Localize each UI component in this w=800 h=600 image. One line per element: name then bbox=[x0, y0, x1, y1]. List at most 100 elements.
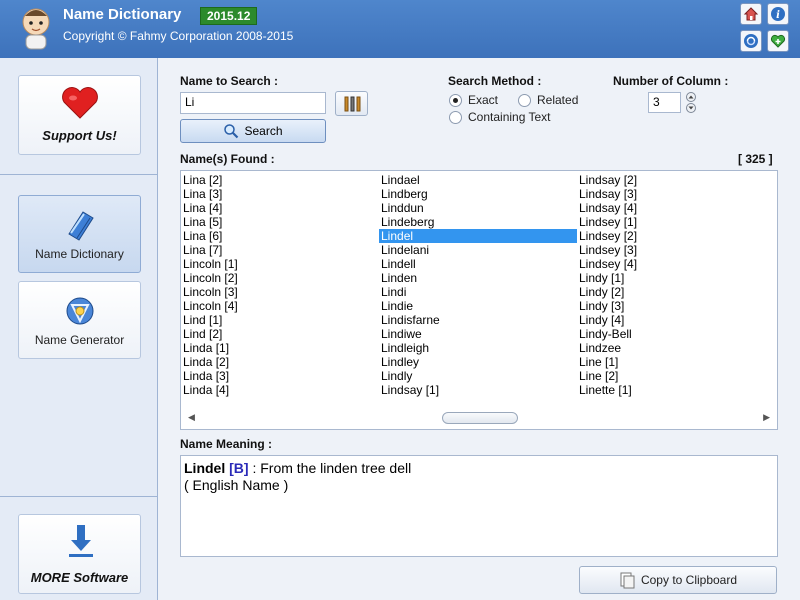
radio-label: Exact bbox=[468, 93, 499, 107]
scroll-left-arrow-icon[interactable]: ◀ bbox=[188, 412, 195, 423]
list-item[interactable]: Lindsay [1] bbox=[379, 383, 577, 397]
title-bar: Name Dictionary 2015.12 Copyright © Fahm… bbox=[0, 0, 800, 58]
search-method-label: Search Method : bbox=[448, 74, 542, 88]
list-item[interactable]: Linda [1] bbox=[181, 341, 379, 355]
list-item[interactable]: Linden bbox=[379, 271, 577, 285]
radio-indicator bbox=[449, 93, 462, 107]
list-item[interactable]: Lincoln [3] bbox=[181, 285, 379, 299]
search-input[interactable]: Li bbox=[180, 92, 326, 114]
list-item[interactable]: Lindelani bbox=[379, 243, 577, 257]
copy-button-label: Copy to Clipboard bbox=[640, 573, 738, 587]
list-item[interactable]: Lindy [4] bbox=[577, 313, 775, 327]
radio-label: Related bbox=[537, 93, 579, 107]
list-item[interactable]: Lindisfarne bbox=[379, 313, 577, 327]
list-item[interactable]: Lindy-Bell bbox=[577, 327, 775, 341]
support-us-label: Support Us! bbox=[42, 128, 117, 143]
list-item[interactable]: Linda [4] bbox=[181, 383, 379, 397]
list-item[interactable]: Lina [4] bbox=[181, 201, 379, 215]
home-button[interactable] bbox=[740, 3, 762, 25]
list-item[interactable]: Lina [5] bbox=[181, 215, 379, 229]
method-containing-text-radio[interactable]: Containing Text bbox=[449, 110, 551, 124]
scroll-right-arrow-icon[interactable]: ▶ bbox=[763, 412, 770, 423]
update-button[interactable] bbox=[740, 30, 762, 52]
list-item[interactable]: Linette [1] bbox=[577, 383, 775, 397]
support-us-button[interactable]: Support Us! bbox=[18, 75, 141, 155]
more-software-button[interactable]: MORE Software bbox=[18, 514, 141, 594]
version-badge: 2015.12 bbox=[200, 7, 258, 25]
list-item[interactable]: Lincoln [1] bbox=[181, 257, 379, 271]
list-item[interactable]: Lindiwe bbox=[379, 327, 577, 341]
list-item[interactable]: Lindy [2] bbox=[577, 285, 775, 299]
refresh-icon bbox=[744, 34, 758, 48]
list-item[interactable]: Lincoln [2] bbox=[181, 271, 379, 285]
list-item[interactable]: Lindi bbox=[379, 285, 577, 299]
list-item[interactable]: Lindsey [4] bbox=[577, 257, 775, 271]
list-item[interactable]: Lindell bbox=[379, 257, 577, 271]
list-item[interactable]: Lind [2] bbox=[181, 327, 379, 341]
copyright-text: Copyright © Fahmy Corporation 2008-2015 bbox=[63, 29, 294, 43]
names-column-1: Lina [2] Lina [3] Lina [4] Lina [5] Lina [6]… bbox=[181, 173, 379, 397]
list-item[interactable]: Lindsey [1] bbox=[577, 215, 775, 229]
baby-avatar-icon bbox=[22, 8, 50, 50]
list-item[interactable]: Linda [3] bbox=[181, 369, 379, 383]
list-item[interactable]: Lina [3] bbox=[181, 187, 379, 201]
list-item[interactable]: Lindzee bbox=[577, 341, 775, 355]
sidebar-item-name-dictionary[interactable]: Name Dictionary bbox=[18, 195, 141, 273]
meaning-text: : From the linden tree dell bbox=[252, 460, 412, 476]
list-item[interactable]: Lindie bbox=[379, 299, 577, 313]
list-item[interactable]: Lindsey [2] bbox=[577, 229, 775, 243]
meaning-line: Lindel [B] : From the linden tree dell bbox=[184, 460, 774, 476]
sidebar: Support Us! Name Dictionary Name Generat… bbox=[0, 58, 158, 600]
list-item[interactable]: Line [1] bbox=[577, 355, 775, 369]
method-exact-radio[interactable]: Exact bbox=[449, 93, 498, 107]
list-item[interactable]: Line [2] bbox=[577, 369, 775, 383]
names-found-count: [ 325 ] bbox=[738, 152, 773, 166]
home-icon bbox=[743, 7, 759, 21]
column-count-stepper[interactable] bbox=[683, 92, 699, 113]
list-item[interactable]: Lindsay [4] bbox=[577, 201, 775, 215]
favorite-button[interactable] bbox=[767, 30, 789, 52]
list-item[interactable]: Lindsey [3] bbox=[577, 243, 775, 257]
list-item[interactable]: Lina [6] bbox=[181, 229, 379, 243]
list-item[interactable]: Lindley bbox=[379, 355, 577, 369]
tools-icon bbox=[344, 96, 360, 111]
list-item[interactable]: Lina [7] bbox=[181, 243, 379, 257]
list-item[interactable]: Lindeberg bbox=[379, 215, 577, 229]
search-button[interactable]: Search bbox=[180, 119, 326, 143]
column-count-input[interactable]: 3 bbox=[648, 92, 681, 113]
list-item[interactable]: Lindael bbox=[379, 173, 577, 187]
search-icon bbox=[224, 124, 239, 139]
info-icon: i bbox=[771, 7, 785, 21]
about-button[interactable]: i bbox=[767, 3, 789, 25]
list-item[interactable]: Lindly bbox=[379, 369, 577, 383]
download-icon bbox=[69, 525, 93, 557]
sidebar-item-label: Name Dictionary bbox=[35, 247, 124, 261]
search-options-button[interactable] bbox=[335, 91, 368, 116]
list-item[interactable]: Lindy [1] bbox=[577, 271, 775, 285]
scrollbar-thumb[interactable] bbox=[442, 412, 518, 424]
list-item[interactable]: Lindsay [2] bbox=[577, 173, 775, 187]
more-software-label: MORE Software bbox=[30, 570, 129, 585]
list-item[interactable]: Lindsay [3] bbox=[577, 187, 775, 201]
list-item[interactable]: Lindel bbox=[379, 229, 577, 243]
copy-to-clipboard-button[interactable]: Copy to Clipboard bbox=[579, 566, 777, 594]
stepper-arrows-icon bbox=[686, 92, 696, 113]
list-item[interactable]: Lincoln [4] bbox=[181, 299, 379, 313]
names-column-3: Lindsay [2] Lindsay [3] Lindsay [4] Lindsey… bbox=[577, 173, 775, 397]
list-item[interactable]: Lindleigh bbox=[379, 341, 577, 355]
names-list[interactable]: Lina [2] Lina [3] Lina [4] Lina [5] Lina [6]… bbox=[180, 170, 778, 430]
sidebar-divider bbox=[0, 496, 158, 497]
sidebar-item-name-generator[interactable]: Name Generator bbox=[18, 281, 141, 359]
horizontal-scrollbar[interactable]: ◀ ▶ bbox=[182, 408, 776, 428]
list-item[interactable]: Linddun bbox=[379, 201, 577, 215]
list-item[interactable]: Lindy [3] bbox=[577, 299, 775, 313]
names-found-label: Name(s) Found : bbox=[180, 152, 275, 166]
method-related-radio[interactable]: Related bbox=[518, 93, 578, 107]
name-to-search-label: Name to Search : bbox=[180, 74, 279, 88]
list-item[interactable]: Lina [2] bbox=[181, 173, 379, 187]
list-item[interactable]: Lind [1] bbox=[181, 313, 379, 327]
list-item[interactable]: Linda [2] bbox=[181, 355, 379, 369]
meaning-name: Lindel bbox=[184, 460, 226, 476]
radio-indicator bbox=[449, 110, 462, 124]
list-item[interactable]: Lindberg bbox=[379, 187, 577, 201]
